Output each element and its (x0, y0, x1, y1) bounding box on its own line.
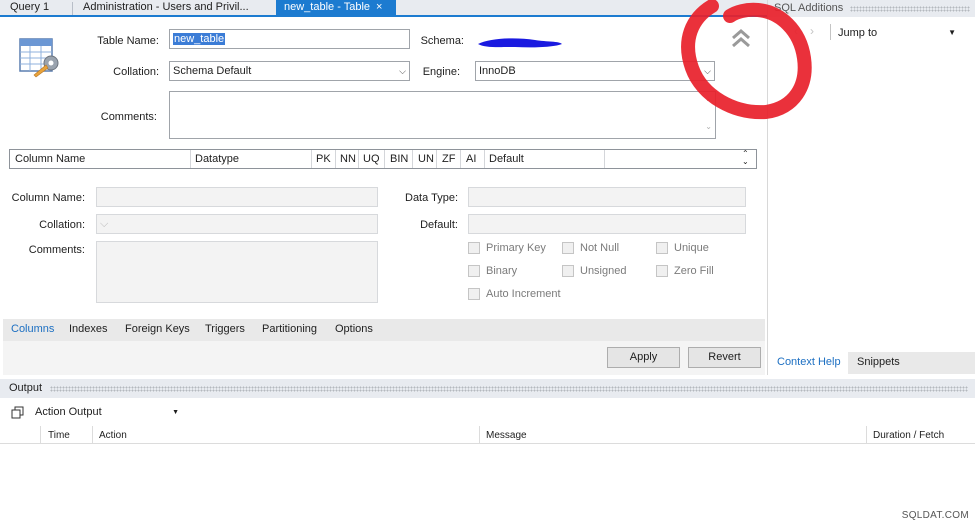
column-comments-label: Comments: (28, 244, 85, 256)
tab-query-1[interactable]: Query 1 (2, 0, 57, 16)
tab-snippets[interactable]: Snippets (857, 356, 900, 368)
checkbox-not-null[interactable]: Not Null (562, 242, 619, 254)
dropdown-arrow-icon: ▼ (948, 28, 956, 37)
default-input[interactable] (468, 214, 746, 234)
col-header-message[interactable]: Message (486, 430, 527, 441)
tab-triggers[interactable]: Triggers (205, 323, 245, 335)
table-name-input[interactable]: new_table (169, 29, 410, 49)
col-header-datatype[interactable]: Datatype (195, 153, 239, 165)
col-header-uq[interactable]: UQ (363, 153, 380, 165)
editor-bottom-tabs: Columns Indexes Foreign Keys Triggers Pa… (3, 319, 765, 341)
table-icon (19, 38, 59, 78)
col-header-duration[interactable]: Duration / Fetch (873, 430, 944, 441)
col-header-un[interactable]: UN (418, 153, 434, 165)
copy-icon[interactable] (11, 406, 24, 419)
tab-options[interactable]: Options (335, 323, 373, 335)
editor-tab-bar: Query 1 Administration - Users and Privi… (0, 0, 767, 17)
tab-context-help[interactable]: Context Help (777, 356, 841, 368)
column-comments-input[interactable] (96, 241, 378, 303)
column-collation-label: Collation: (39, 219, 85, 231)
engine-label: Engine: (422, 66, 460, 78)
revert-button[interactable]: Revert (688, 347, 761, 368)
watermark: SQLDAT.COM (901, 510, 969, 521)
dropdown-arrow-icon: ▼ (172, 409, 179, 416)
output-header: Output (0, 379, 975, 398)
col-header-pk[interactable]: PK (316, 153, 331, 165)
col-header-time[interactable]: Time (48, 430, 70, 441)
tab-administration-users[interactable]: Administration - Users and Privil... (75, 0, 257, 16)
table-name-label: Table Name: (97, 35, 159, 47)
checkbox-zero-fill[interactable]: Zero Fill (656, 265, 714, 277)
chevron-down-icon: ⌵ (399, 66, 406, 76)
checkbox-unsigned[interactable]: Unsigned (562, 265, 626, 277)
collation-select[interactable]: Schema Default ⌵ (169, 61, 410, 81)
comments-label: Comments: (100, 111, 157, 123)
scroll-arrows-icon[interactable]: ⌃ ⌄ (742, 150, 749, 166)
output-log-area (0, 444, 975, 525)
column-name-input[interactable] (96, 187, 378, 207)
col-header-zf[interactable]: ZF (442, 153, 455, 165)
col-header-ai[interactable]: AI (466, 153, 476, 165)
col-header-bin[interactable]: BIN (390, 153, 408, 165)
col-header-default[interactable]: Default (489, 153, 524, 165)
col-header-action[interactable]: Action (99, 430, 127, 441)
tab-partitioning[interactable]: Partitioning (262, 323, 317, 335)
red-annotation-circle (681, 0, 812, 120)
collation-label: Collation: (113, 66, 159, 78)
tab-foreign-keys[interactable]: Foreign Keys (125, 323, 190, 335)
redaction-mark (478, 38, 562, 48)
checkbox-auto-increment[interactable]: Auto Increment (468, 288, 561, 300)
data-type-label: Data Type: (405, 192, 458, 204)
column-collation-select[interactable]: ⌵ (96, 214, 378, 234)
collapse-up-icon[interactable] (730, 28, 752, 50)
close-icon[interactable]: × (376, 1, 382, 13)
chevron-down-icon: ⌵ (100, 218, 109, 230)
apply-button[interactable]: Apply (607, 347, 680, 368)
data-type-input[interactable] (468, 187, 746, 207)
action-output-select[interactable]: Action Output ▼ (33, 404, 181, 421)
output-column-headers: Time Action Message Duration / Fetch (0, 426, 975, 444)
checkbox-binary[interactable]: Binary (468, 265, 517, 277)
col-header-nn[interactable]: NN (340, 153, 356, 165)
tab-indexes[interactable]: Indexes (69, 323, 108, 335)
output-toolbar: Action Output ▼ (0, 398, 975, 426)
jump-to-select[interactable]: Jump to ▼ (838, 24, 956, 42)
col-header-column-name[interactable]: Column Name (15, 153, 85, 165)
columns-grid-header[interactable]: Column Name Datatype PK NN UQ BIN UN ZF … (9, 149, 757, 169)
checkbox-primary-key[interactable]: Primary Key (468, 242, 546, 254)
default-label: Default: (420, 219, 458, 231)
checkbox-unique[interactable]: Unique (656, 242, 709, 254)
schema-label: Schema: (420, 35, 464, 47)
output-title: Output (9, 382, 43, 394)
tab-columns[interactable]: Columns (11, 323, 54, 335)
table-comments-input[interactable]: ⌃ ⌄ (169, 91, 716, 139)
column-name-label: Column Name: (11, 192, 85, 204)
right-panel-tabs: Context Help Snippets (768, 352, 975, 374)
tab-new-table[interactable]: new_table - Table × (276, 0, 396, 16)
